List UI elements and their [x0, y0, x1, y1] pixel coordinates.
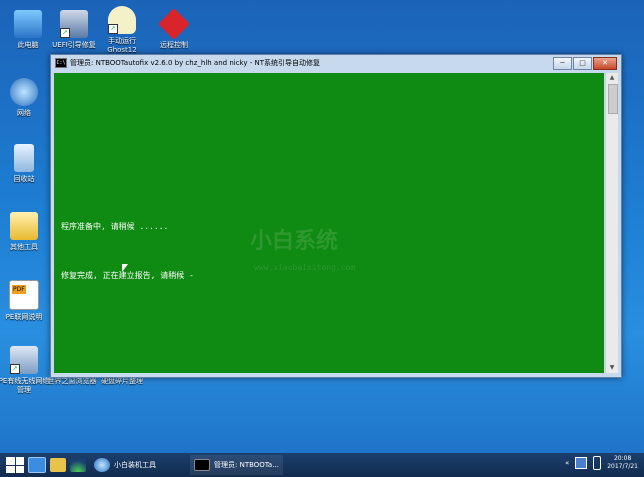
scroll-thumb[interactable] — [608, 84, 618, 114]
clock-time: 20:08 — [613, 455, 632, 462]
desktop-icon-ghost[interactable]: ↗ 手动运行Ghost12 — [94, 6, 150, 55]
explorer-folder-icon — [50, 458, 66, 472]
taskbar-network-button[interactable] — [70, 455, 86, 475]
ghost-icon: ↗ — [108, 6, 136, 34]
window-controls: ─ □ ✕ — [553, 57, 617, 70]
xiaobai-tool-icon — [94, 458, 110, 472]
desktop-icon-remote-control[interactable]: 远程控制 — [146, 8, 202, 50]
start-button[interactable] — [6, 455, 24, 475]
window-title: 管理员: NTBOOTautofix v2.6.0 by chz_hlh and… — [70, 59, 320, 67]
minimize-button[interactable]: ─ — [553, 57, 572, 70]
console-icon: C:\ — [55, 58, 67, 68]
pdf-document-icon: PDF — [9, 280, 39, 310]
desktop-icon-network[interactable]: 网络 — [0, 78, 52, 118]
network-manager-icon: ↗ — [10, 346, 38, 374]
scroll-up-icon[interactable]: ▲ — [606, 73, 618, 83]
watermark-url: www.xiaobaixitong.com — [254, 263, 356, 272]
taskbar-clock[interactable]: 20:08 2017/7/21 — [607, 455, 638, 471]
computer-icon — [14, 10, 42, 38]
desktop-icon-pe-network-guide[interactable]: PDF PE联网说明 — [0, 280, 52, 322]
taskbar: 小白装机工具 管理员: NTBOOTa... « 20:08 2017/7/21 — [0, 453, 644, 477]
taskbar-desktop-button[interactable] — [28, 455, 46, 475]
desktop-icon-other-tools[interactable]: 其他工具 — [0, 212, 52, 252]
console-line-1: 程序准备中, 请稍候 ...... — [61, 222, 169, 231]
scroll-down-icon[interactable]: ▼ — [606, 363, 618, 373]
system-tray: « 20:08 2017/7/21 — [565, 455, 638, 471]
clock-date: 2017/7/21 — [607, 463, 638, 470]
vertical-scrollbar[interactable]: ▲ ▼ — [605, 73, 618, 373]
tray-app-icon[interactable] — [575, 457, 588, 469]
maximize-button[interactable]: □ — [573, 57, 592, 70]
console-icon — [194, 459, 210, 471]
recycle-bin-icon — [14, 144, 34, 172]
taskbar-app-console[interactable]: 管理员: NTBOOTa... — [190, 455, 283, 475]
network-icon — [10, 78, 38, 106]
window-titlebar[interactable]: C:\ 管理员: NTBOOTautofix v2.6.0 by chz_hlh… — [51, 55, 621, 71]
taskbar-app-xiaobai-label: 小白装机工具 — [114, 461, 156, 469]
windows-logo-icon — [6, 457, 24, 473]
taskbar-explorer-button[interactable] — [50, 455, 66, 475]
folder-icon — [10, 212, 38, 240]
desktop-icon-recycle-bin[interactable]: 回收站 — [0, 144, 52, 184]
wifi-icon — [70, 458, 86, 472]
close-button[interactable]: ✕ — [593, 57, 617, 70]
uefi-repair-icon: ↗ — [60, 10, 88, 38]
console-window[interactable]: C:\ 管理员: NTBOOTautofix v2.6.0 by chz_hlh… — [50, 54, 622, 378]
tray-collapse-button[interactable]: « — [565, 459, 569, 467]
mouse-cursor-icon — [122, 264, 128, 272]
tray-device-icon[interactable] — [593, 456, 602, 470]
taskbar-app-console-label: 管理员: NTBOOTa... — [214, 461, 279, 469]
taskbar-app-xiaobai[interactable]: 小白装机工具 — [90, 455, 160, 475]
desktop-icon — [28, 457, 46, 473]
watermark-brand: 小白系统 — [250, 229, 339, 254]
remote-control-icon — [158, 8, 190, 40]
console-output[interactable]: 小白系统 www.xiaobaixitong.com 程序准备中, 请稍候 ..… — [54, 73, 604, 373]
